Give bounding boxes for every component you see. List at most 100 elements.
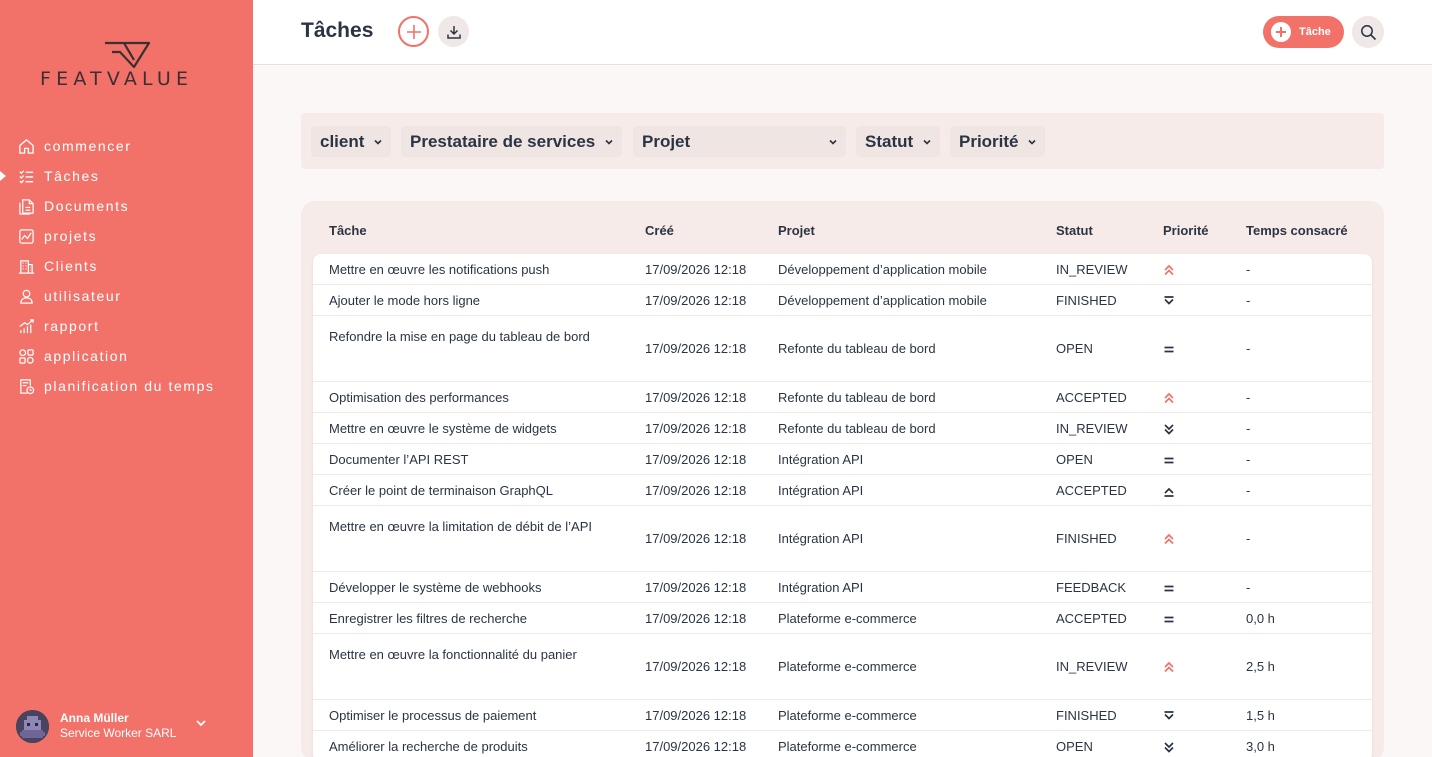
project-cell: Refonte du tableau de bord <box>778 420 936 436</box>
priority-medium-icon <box>1164 616 1174 622</box>
table-row[interactable]: Améliorer la recherche de produits 17/09/… <box>313 731 1372 757</box>
priority-medium-icon <box>1164 585 1174 591</box>
user-name: Anna Müller <box>60 711 129 725</box>
created-cell: 17/09/2026 12:18 <box>645 531 747 546</box>
project-cell: Refonte du tableau de bord <box>778 389 936 405</box>
task-name-cell[interactable]: Refondre la mise en page du tableau de b… <box>329 325 605 349</box>
new-task-label: Tâche <box>1299 26 1331 38</box>
task-name-cell[interactable]: Optimiser le processus de paiement <box>329 704 605 728</box>
priority-highest-icon <box>1164 533 1174 545</box>
status-cell: FINISHED <box>1056 707 1117 723</box>
task-name-cell[interactable]: Améliorer la recherche de produits <box>329 735 605 757</box>
sidebar-item-application[interactable]: application <box>0 341 253 371</box>
featvalue-logo[interactable]: FEATVALUE <box>40 40 215 90</box>
priority-high-icon <box>1164 487 1174 497</box>
task-name-cell[interactable]: Développer le système de webhooks <box>329 576 605 600</box>
created-cell: 17/09/2026 12:18 <box>645 389 747 405</box>
task-name-cell[interactable]: Mettre en œuvre le système de widgets <box>329 417 605 441</box>
chevron-down-icon[interactable] <box>194 716 208 730</box>
provider-filter[interactable]: Prestataire de services <box>401 126 622 157</box>
task-name-cell[interactable]: Mettre en œuvre la fonctionnalité du pan… <box>329 643 605 667</box>
column-header-status[interactable]: Statut <box>1056 223 1093 238</box>
project-cell: Intégration API <box>778 482 864 498</box>
project-filter[interactable]: Projet <box>633 126 846 157</box>
time-cell: - <box>1246 579 1251 595</box>
time-cell: - <box>1246 292 1251 308</box>
priority-highest-icon <box>1164 392 1174 403</box>
time-cell: - <box>1246 261 1251 277</box>
status-cell: ACCEPTED <box>1056 389 1127 405</box>
task-name-cell[interactable]: Ajouter le mode hors ligne <box>329 289 605 313</box>
tasks-table: Tâche Créé Projet Statut Priorité Temps … <box>301 201 1384 757</box>
task-name-cell[interactable]: Documenter l’API REST <box>329 448 605 472</box>
table-row[interactable]: Développer le système de webhooks 17/09/2… <box>313 572 1372 603</box>
column-header-priority[interactable]: Priorité <box>1163 223 1209 238</box>
page-title: Tâches <box>301 19 374 42</box>
sidebar-item-label: Clients <box>44 258 98 274</box>
table-body: Mettre en œuvre les notifications push 17… <box>313 254 1372 757</box>
sidebar-item-commencer[interactable]: commencer <box>0 131 253 161</box>
table-row[interactable]: Mettre en œuvre les notifications push 17… <box>313 254 1372 285</box>
table-row[interactable]: Mettre en œuvre la fonctionnalité du pan… <box>313 634 1372 700</box>
sidebar-item-label: planification du temps <box>44 378 215 394</box>
client-filter-label: client <box>320 131 365 151</box>
table-row[interactable]: Optimisation des performances 17/09/2026 … <box>313 382 1372 413</box>
sidebar-item-taches[interactable]: Tâches <box>0 161 253 191</box>
sidebar-item-label: Tâches <box>44 168 100 184</box>
table-row[interactable]: Documenter l’API REST 17/09/2026 12:18 Int… <box>313 444 1372 475</box>
table-row[interactable]: Refondre la mise en page du tableau de b… <box>313 316 1372 382</box>
task-name-cell[interactable]: Enregistrer les filtres de recherche <box>329 607 605 631</box>
task-name-cell[interactable]: Mettre en œuvre la limitation de débit d… <box>329 515 605 539</box>
sidebar-item-utilisateur[interactable]: utilisateur <box>0 281 253 311</box>
sidebar-item-rapport[interactable]: rapport <box>0 311 253 341</box>
time-cell: - <box>1246 420 1251 436</box>
time-cell: - <box>1246 451 1251 467</box>
column-header-time[interactable]: Temps consacré <box>1246 223 1348 238</box>
table-row[interactable]: Créer le point de terminaison GraphQL 17/… <box>313 475 1372 506</box>
sidebar-item-label: Documents <box>44 198 130 214</box>
download-button[interactable] <box>438 16 469 47</box>
table-row[interactable]: Optimiser le processus de paiement 17/09/… <box>313 700 1372 731</box>
project-cell: Intégration API <box>778 451 864 467</box>
priority-highest-icon <box>1164 661 1174 673</box>
project-filter-label: Projet <box>642 131 691 151</box>
priority-medium-icon <box>1164 346 1174 353</box>
table-row[interactable]: Enregistrer les filtres de recherche 17/0… <box>313 603 1372 634</box>
home-icon <box>17 137 35 155</box>
column-header-created[interactable]: Créé <box>645 223 674 238</box>
chevron-down-icon <box>1028 139 1036 145</box>
add-task-button[interactable] <box>398 16 429 47</box>
table-row[interactable]: Mettre en œuvre la limitation de débit d… <box>313 506 1372 572</box>
priority-filter[interactable]: Priorité <box>950 126 1045 157</box>
task-name-cell[interactable]: Optimisation des performances <box>329 386 605 410</box>
sidebar-item-clients[interactable]: Clients <box>0 251 253 281</box>
user-menu[interactable]: Anna Müller Service Worker SARL <box>16 708 246 744</box>
sidebar-item-planification[interactable]: planification du temps <box>0 371 253 401</box>
sidebar-item-projets[interactable]: projets <box>0 221 253 251</box>
plus-circle-icon <box>1271 22 1291 42</box>
task-name-cell[interactable]: Mettre en œuvre les notifications push <box>329 258 605 282</box>
time-cell: - <box>1246 341 1251 356</box>
pixel-avatar-icon <box>16 709 49 743</box>
sidebar-item-documents[interactable]: Documents <box>0 191 253 221</box>
sidebar-item-label: utilisateur <box>44 288 122 304</box>
column-header-task[interactable]: Tâche <box>329 223 367 238</box>
project-cell: Développement d’application mobile <box>778 292 987 308</box>
created-cell: 17/09/2026 12:18 <box>645 261 747 277</box>
task-name-cell[interactable]: Créer le point de terminaison GraphQL <box>329 479 605 503</box>
search-button[interactable] <box>1352 16 1384 48</box>
table-row[interactable]: Mettre en œuvre le système de widgets 17/… <box>313 413 1372 444</box>
download-icon <box>446 25 461 39</box>
status-cell: FINISHED <box>1056 531 1117 546</box>
new-task-button[interactable]: Tâche <box>1263 16 1344 48</box>
status-filter[interactable]: Statut <box>856 126 940 157</box>
time-planning-icon <box>17 377 35 395</box>
client-filter[interactable]: client <box>311 126 391 157</box>
table-row[interactable]: Ajouter le mode hors ligne 17/09/2026 12:… <box>313 285 1372 316</box>
created-cell: 17/09/2026 12:18 <box>645 579 747 595</box>
priority-medium-icon <box>1164 457 1174 463</box>
status-cell: ACCEPTED <box>1056 482 1127 498</box>
column-header-project[interactable]: Projet <box>778 223 815 238</box>
status-cell: OPEN <box>1056 451 1093 467</box>
avatar <box>16 709 49 743</box>
